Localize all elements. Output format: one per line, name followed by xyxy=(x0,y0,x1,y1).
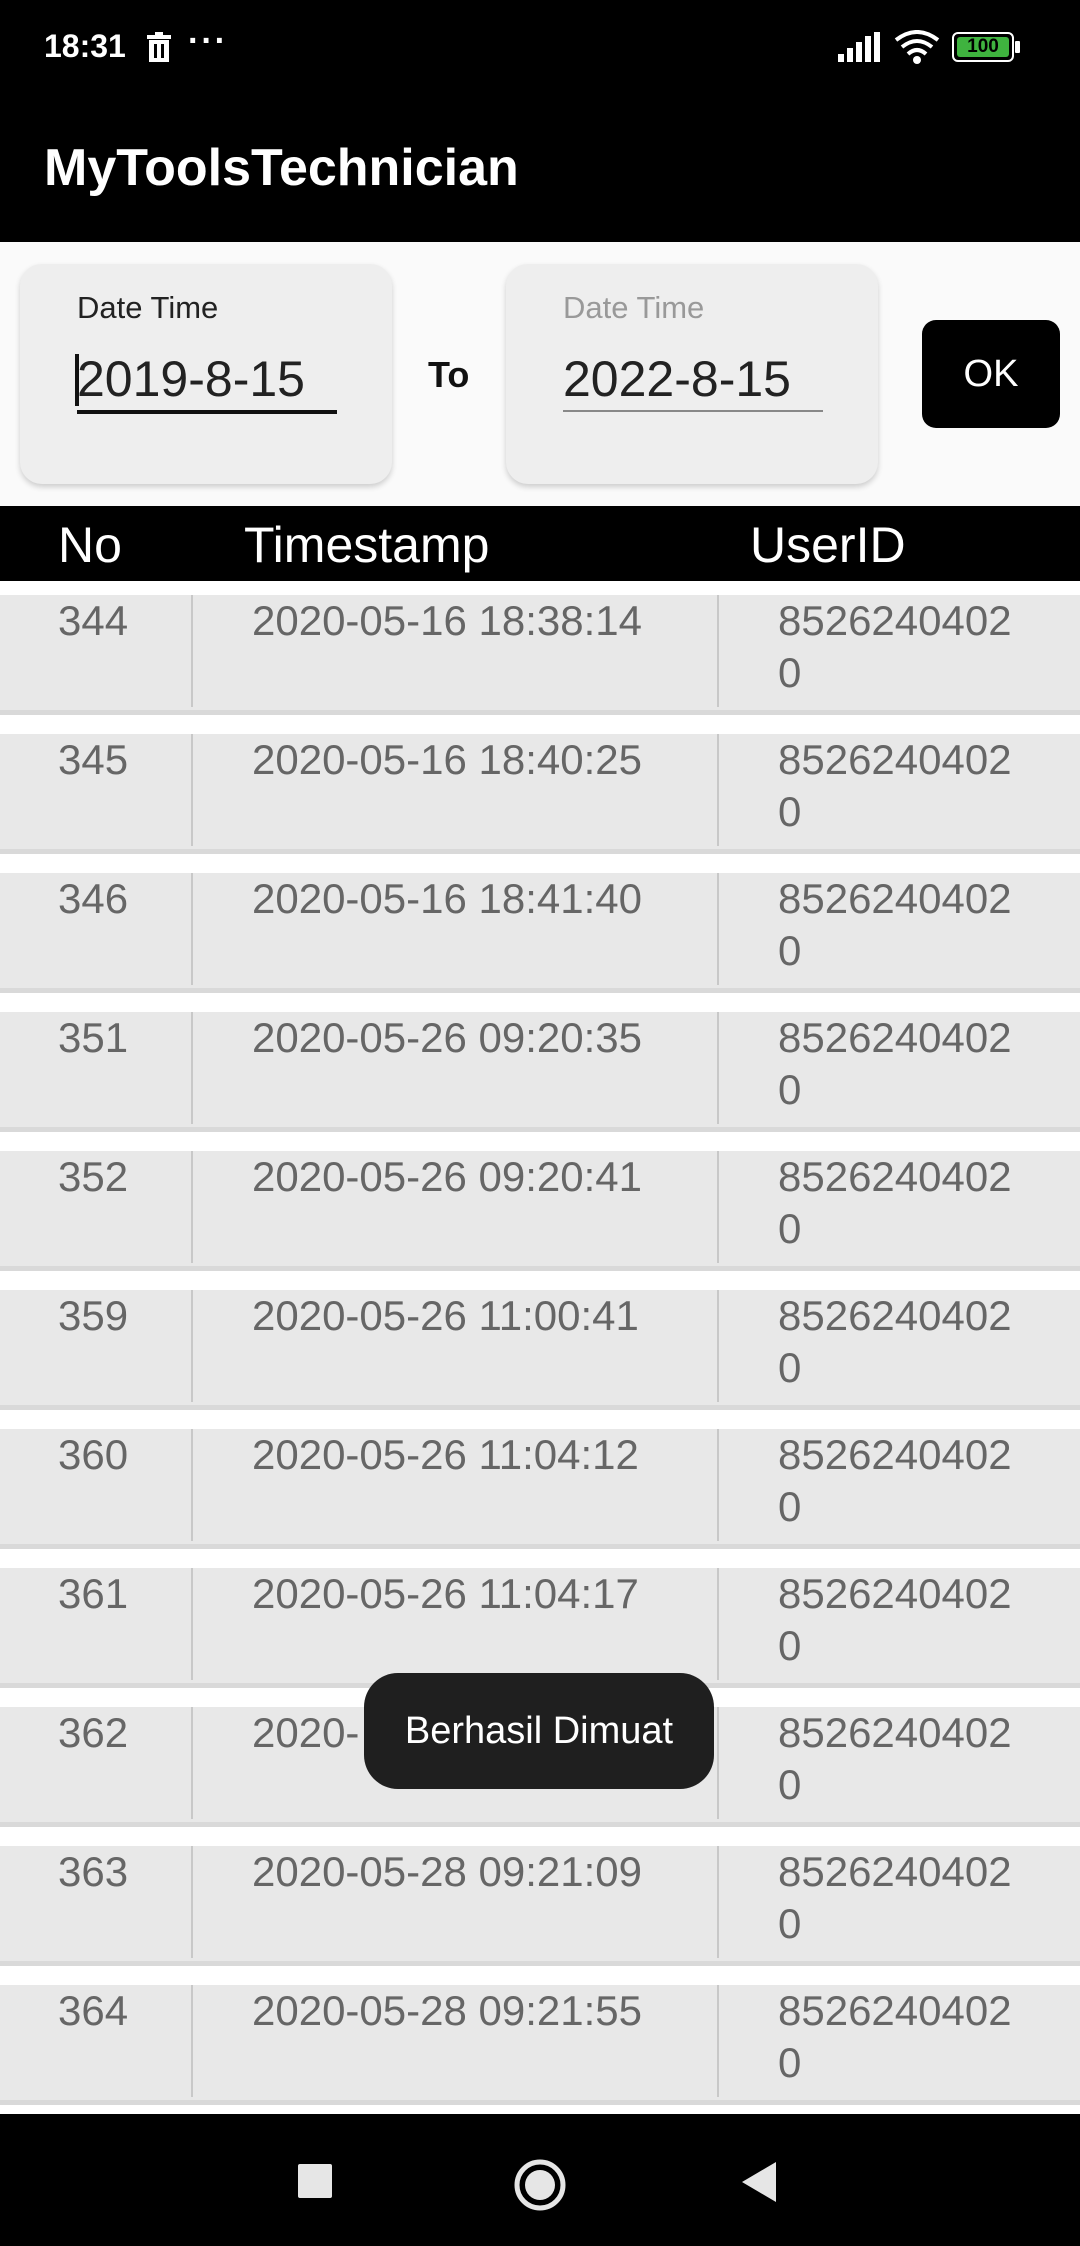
cell-timestamp: 2020-05-16 18:38:14 xyxy=(252,597,642,644)
cell-userid: 85262404020 xyxy=(778,875,1012,974)
battery-icon: 100 xyxy=(952,32,1022,62)
table-row[interactable]: 360 2020-05-26 11:04:12 85262404020 xyxy=(0,1415,1080,1554)
status-time: 18:31 xyxy=(44,28,126,64)
cell-timestamp: 2020-05-26 09:20:41 xyxy=(252,1153,642,1200)
cell-userid: 85262404020 xyxy=(778,1709,1012,1808)
cell-timestamp: 2020-05-16 18:40:25 xyxy=(252,736,642,783)
cell-timestamp: 2020-05-26 11:00:41 xyxy=(252,1292,639,1339)
cell-timestamp: 2020-05-16 18:41:40 xyxy=(252,875,642,922)
toast-message: Berhasil Dimuat xyxy=(364,1673,714,1789)
table-row[interactable]: 344 2020-05-16 18:38:14 85262404020 xyxy=(0,581,1080,720)
date-filter: Date Time 2019-8-15 To Date Time 2022-8-… xyxy=(0,242,1080,506)
column-divider xyxy=(717,734,719,846)
to-date-value: 2022-8-15 xyxy=(563,351,791,407)
cell-no: 360 xyxy=(58,1431,129,1478)
column-divider xyxy=(717,1290,719,1402)
status-bar: 18:31 ··· 100 xyxy=(0,0,1080,96)
column-divider xyxy=(191,1707,193,1819)
column-divider xyxy=(717,1012,719,1124)
back-icon[interactable] xyxy=(740,2162,778,2202)
trash-icon xyxy=(147,32,171,62)
column-divider xyxy=(191,1151,193,1263)
cell-timestamp: 2020-05-26 09:20:35 xyxy=(252,1014,642,1061)
cell-no: 344 xyxy=(58,597,129,644)
column-divider xyxy=(717,1985,719,2097)
cell-timestamp: 2020-05-28 09:21:09 xyxy=(252,1848,642,1895)
table-row[interactable]: 359 2020-05-26 11:00:41 85262404020 xyxy=(0,1276,1080,1415)
signal-icon xyxy=(838,32,880,62)
cell-userid: 85262404020 xyxy=(778,1431,1012,1530)
cell-userid: 85262404020 xyxy=(778,1848,1012,1947)
text-cursor xyxy=(75,354,79,406)
column-header-timestamp: Timestamp xyxy=(244,517,490,573)
column-divider xyxy=(191,734,193,846)
table-row[interactable]: 351 2020-05-26 09:20:35 85262404020 xyxy=(0,998,1080,1137)
column-divider xyxy=(717,1429,719,1541)
battery-level: 100 xyxy=(957,37,1009,57)
cell-no: 346 xyxy=(58,875,129,922)
column-header-userid: UserID xyxy=(750,517,906,573)
column-divider xyxy=(717,595,719,707)
table-header: No Timestamp UserID xyxy=(0,506,1080,581)
cell-no: 361 xyxy=(58,1570,129,1617)
cell-userid: 85262404020 xyxy=(778,1292,1012,1391)
cell-timestamp: 2020-05-28 09:21:55 xyxy=(252,1987,642,2034)
column-divider xyxy=(191,1290,193,1402)
column-divider xyxy=(717,1151,719,1263)
cell-no: 363 xyxy=(58,1848,129,1895)
column-divider xyxy=(191,595,193,707)
cell-no: 352 xyxy=(58,1153,129,1200)
column-divider xyxy=(191,1012,193,1124)
column-divider xyxy=(717,873,719,985)
column-divider xyxy=(191,1429,193,1541)
to-date-label: Date Time xyxy=(563,290,705,325)
column-divider xyxy=(717,1846,719,1958)
column-divider xyxy=(191,1985,193,2097)
recents-icon[interactable] xyxy=(298,2164,332,2198)
table-row[interactable]: 352 2020-05-26 09:20:41 85262404020 xyxy=(0,1137,1080,1276)
column-header-no: No xyxy=(58,517,122,573)
home-icon[interactable] xyxy=(513,2158,567,2212)
wifi-icon xyxy=(894,30,940,64)
app-title: MyToolsTechnician xyxy=(44,139,519,197)
ok-button[interactable]: OK xyxy=(922,320,1060,428)
column-divider xyxy=(191,1568,193,1680)
app-screen: 18:31 ··· 100 MyToolsTechnician Date Tim… xyxy=(0,0,1080,2246)
cell-timestamp: 2020- xyxy=(252,1709,360,1756)
cell-no: 362 xyxy=(58,1709,129,1756)
navigation-bar xyxy=(0,2114,1080,2246)
column-divider xyxy=(191,1846,193,1958)
table-row[interactable]: 345 2020-05-16 18:40:25 85262404020 xyxy=(0,720,1080,859)
from-date-label: Date Time xyxy=(77,290,219,325)
from-date-value: 2019-8-15 xyxy=(77,351,305,407)
cell-timestamp: 2020-05-26 11:04:12 xyxy=(252,1431,639,1478)
column-divider xyxy=(191,873,193,985)
cell-userid: 85262404020 xyxy=(778,1153,1012,1252)
cell-no: 364 xyxy=(58,1987,129,2034)
to-separator-label: To xyxy=(428,354,470,395)
cell-userid: 85262404020 xyxy=(778,736,1012,835)
cell-no: 359 xyxy=(58,1292,129,1339)
table-row[interactable]: 363 2020-05-28 09:21:09 85262404020 xyxy=(0,1832,1080,1971)
table-row[interactable]: 346 2020-05-16 18:41:40 85262404020 xyxy=(0,859,1080,998)
from-date-card: Date Time 2019-8-15 xyxy=(20,264,392,484)
cell-no: 351 xyxy=(58,1014,129,1061)
cell-userid: 85262404020 xyxy=(778,1570,1012,1669)
to-date-card: Date Time 2022-8-15 xyxy=(506,264,878,484)
cell-userid: 85262404020 xyxy=(778,1014,1012,1113)
more-notifications-icon: ··· xyxy=(188,22,228,60)
to-date-input[interactable]: 2022-8-15 xyxy=(563,348,823,412)
cell-timestamp: 2020-05-26 11:04:17 xyxy=(252,1570,639,1617)
column-divider xyxy=(717,1707,719,1819)
cell-userid: 85262404020 xyxy=(778,597,1012,696)
cell-no: 345 xyxy=(58,736,129,783)
table-row[interactable]: 364 2020-05-28 09:21:55 85262404020 xyxy=(0,1971,1080,2110)
app-bar: MyToolsTechnician xyxy=(0,96,1080,242)
column-divider xyxy=(717,1568,719,1680)
cell-userid: 85262404020 xyxy=(778,1987,1012,2086)
from-date-input[interactable]: 2019-8-15 xyxy=(75,348,337,414)
